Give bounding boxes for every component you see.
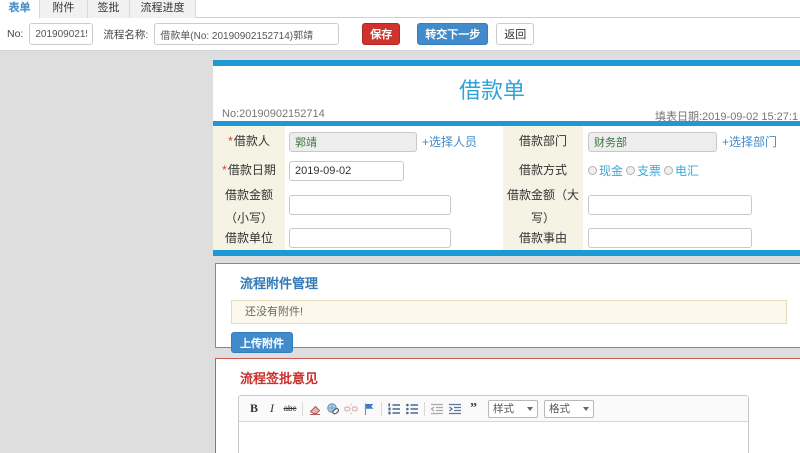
amount-uppercase-input[interactable] [588, 195, 752, 215]
radio-check[interactable]: 支票 [626, 162, 661, 179]
radio-circle-icon [664, 166, 674, 175]
radio-cash[interactable]: 现金 [588, 162, 623, 179]
loan-form-panel: 借款单 No:20190902152714 填表日期:2019-09-02 15… [213, 60, 800, 256]
bold-icon[interactable]: B [245, 400, 263, 417]
amount-lowercase-input[interactable] [289, 195, 451, 215]
next-step-button[interactable]: 转交下一步 [417, 23, 489, 45]
format-dropdown[interactable]: 格式 [544, 399, 594, 418]
flow-name-input[interactable] [154, 23, 340, 45]
form-date-text: 填表日期:2019-09-02 15:27:1 [655, 111, 799, 123]
blockquote-icon[interactable]: ” [464, 400, 482, 417]
approval-title: 流程签批意见 [240, 371, 319, 386]
tab-progress[interactable]: 流程进度 [130, 0, 196, 18]
toolbar-separator [424, 401, 425, 416]
loan-reason-label: 借款事由 [503, 226, 583, 250]
upload-attachment-button[interactable]: 上传附件 [231, 332, 293, 353]
tab-approval[interactable]: 签批 [88, 0, 130, 18]
loan-unit-input[interactable] [289, 228, 451, 248]
no-input[interactable] [29, 23, 94, 45]
bottom-divider-bar [213, 250, 800, 256]
radio-circle-icon [626, 166, 636, 175]
form-header: 借款单 No:20190902152714 填表日期:2019-09-02 15… [213, 66, 800, 123]
tab-attachments[interactable]: 附件 [40, 0, 88, 18]
loan-method-label: 借款方式 [503, 157, 583, 184]
borrower-input[interactable] [289, 131, 417, 152]
anchor-flag-icon[interactable] [360, 400, 378, 417]
no-label: No: [7, 28, 24, 40]
chevron-down-icon [583, 406, 589, 411]
attachments-panel: 流程附件管理 还没有附件! 上传附件 [215, 263, 800, 353]
tab-bar: 表单 附件 签批 流程进度 [0, 0, 800, 18]
amount-lowercase-label: 借款金额（小写） [213, 184, 285, 226]
attachments-title: 流程附件管理 [240, 276, 319, 291]
content-area: 借款单 No:20190902152714 填表日期:2019-09-02 15… [0, 51, 800, 453]
editor-toolbar: B I abc ” 样式 格式 [239, 396, 748, 422]
rich-text-editor: B I abc ” 样式 格式 [238, 395, 749, 453]
remove-format-icon[interactable] [306, 400, 324, 417]
department-input[interactable] [588, 131, 717, 152]
styles-dropdown[interactable]: 样式 [488, 399, 538, 418]
flow-name-label: 流程名称: [103, 28, 149, 41]
form-no-text: No:20190902152714 [222, 108, 325, 120]
numbered-list-icon[interactable] [385, 400, 403, 417]
approval-panel: 流程签批意见 B I abc ” 样式 格式 [215, 358, 800, 453]
form-title: 借款单 [458, 78, 525, 103]
editor-content[interactable] [239, 422, 748, 453]
tab-form[interactable]: 表单 [0, 0, 40, 18]
select-department-link[interactable]: +选择部门 [722, 133, 777, 150]
toolbar-separator [302, 401, 303, 416]
indent-icon[interactable] [446, 400, 464, 417]
loan-date-label: *借款日期 [213, 157, 285, 184]
strikethrough-icon[interactable]: abc [281, 400, 299, 417]
app-window: 表单 附件 签批 流程进度 No: 流程名称: 保存 转交下一步 返回 借款单 … [0, 0, 800, 453]
amount-uppercase-label: 借款金额（大写） [503, 184, 583, 226]
loan-form-fields: *借款人 +选择人员 借款部门 +选择部门 *借款日期 借款方式 现金 [213, 126, 800, 250]
outdent-icon[interactable] [428, 400, 446, 417]
radio-wire[interactable]: 电汇 [664, 162, 699, 179]
back-button[interactable]: 返回 [496, 23, 535, 45]
borrower-label: *借款人 [213, 126, 285, 157]
select-person-link[interactable]: +选择人员 [422, 133, 477, 150]
unlink-icon[interactable] [342, 400, 360, 417]
link-icon[interactable] [324, 400, 342, 417]
loan-reason-input[interactable] [588, 228, 752, 248]
loan-date-input[interactable] [289, 160, 404, 181]
toolbar-separator [381, 401, 382, 416]
department-label: 借款部门 [503, 126, 583, 157]
chevron-down-icon [527, 406, 533, 411]
save-button[interactable]: 保存 [362, 23, 401, 45]
radio-circle-icon [588, 166, 597, 175]
no-attachments-alert: 还没有附件! [231, 300, 787, 324]
toolbar: No: 流程名称: 保存 转交下一步 返回 [0, 18, 800, 51]
italic-icon[interactable]: I [263, 400, 281, 417]
loan-unit-label: 借款单位 [213, 226, 285, 250]
bulleted-list-icon[interactable] [403, 400, 421, 417]
